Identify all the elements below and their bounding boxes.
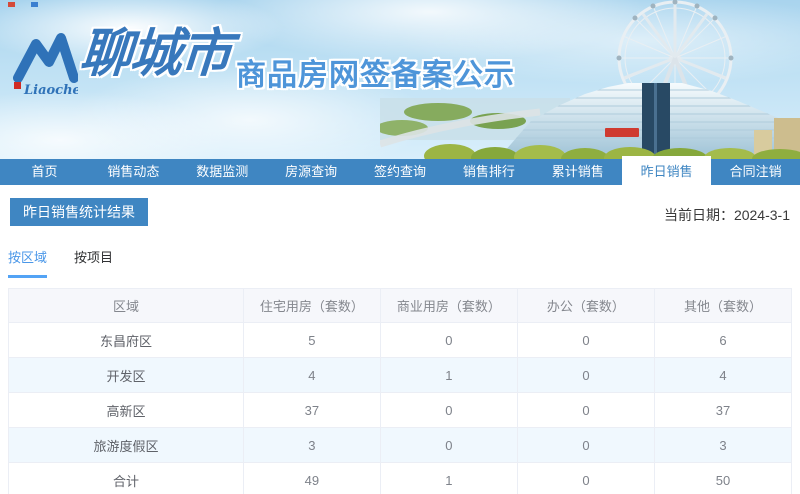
region-name: 合计 <box>9 463 244 494</box>
nav-tab-signing-query[interactable]: 签约查询 <box>356 159 445 185</box>
commercial-count: 0 <box>380 428 517 463</box>
view-tabs: 按区域 按项目 <box>8 247 800 278</box>
statistics-table-wrap: 区域 住宅用房（套数） 商业用房（套数） 办公（套数） 其他（套数） 东昌府区 … <box>8 288 792 494</box>
tab-by-project[interactable]: 按项目 <box>74 247 113 278</box>
nav-tab-cumulative-sales[interactable]: 累计销售 <box>533 159 622 185</box>
brand: Liaocheng 聊城市 商品房网签备案公示 <box>12 24 515 100</box>
other-count: 50 <box>654 463 791 494</box>
blue-mark <box>31 2 38 7</box>
table-row: 东昌府区 5 0 0 6 <box>9 323 792 358</box>
nav-tab-contract-cancellation[interactable]: 合同注销 <box>711 159 800 185</box>
table-row: 旅游度假区 3 0 0 3 <box>9 428 792 463</box>
office-count: 0 <box>517 393 654 428</box>
svg-text:Liaocheng: Liaocheng <box>23 83 78 98</box>
red-mark <box>8 2 15 7</box>
residential-count: 4 <box>243 358 380 393</box>
office-count: 0 <box>517 428 654 463</box>
site-title: 商品房网签备案公示 <box>236 50 515 94</box>
col-header-region: 区域 <box>9 289 244 323</box>
section-head: 昨日销售统计结果 当前日期：2024-3-1 <box>10 198 790 226</box>
other-count: 6 <box>654 323 791 358</box>
decorative-marks <box>8 2 38 7</box>
commercial-count: 0 <box>380 323 517 358</box>
residential-count: 3 <box>243 428 380 463</box>
residential-count: 5 <box>243 323 380 358</box>
nav-tab-data-monitoring[interactable]: 数据监测 <box>178 159 267 185</box>
region-name: 旅游度假区 <box>9 428 244 463</box>
section-title-badge: 昨日销售统计结果 <box>10 198 148 226</box>
office-count: 0 <box>517 463 654 494</box>
nav-tab-home[interactable]: 首页 <box>0 159 89 185</box>
office-count: 0 <box>517 323 654 358</box>
nav-tab-yesterday-sales[interactable]: 昨日销售 <box>622 156 711 193</box>
other-count: 3 <box>654 428 791 463</box>
residential-count: 37 <box>243 393 380 428</box>
nav-tab-sales-dynamics[interactable]: 销售动态 <box>89 159 178 185</box>
other-count: 37 <box>654 393 791 428</box>
nav-tab-listing-query[interactable]: 房源查询 <box>267 159 356 185</box>
commercial-count: 0 <box>380 393 517 428</box>
table-row: 开发区 4 1 0 4 <box>9 358 792 393</box>
other-count: 4 <box>654 358 791 393</box>
tab-by-region[interactable]: 按区域 <box>8 247 47 278</box>
col-header-office: 办公（套数） <box>517 289 654 323</box>
col-header-residential: 住宅用房（套数） <box>243 289 380 323</box>
current-date-label: 当前日期：2024-3-1 <box>664 205 790 225</box>
office-count: 0 <box>517 358 654 393</box>
header-banner: Liaocheng 聊城市 商品房网签备案公示 <box>0 0 800 159</box>
nav-tab-sales-ranking[interactable]: 销售排行 <box>444 159 533 185</box>
commercial-count: 1 <box>380 358 517 393</box>
col-header-other: 其他（套数） <box>654 289 791 323</box>
residential-count: 49 <box>243 463 380 494</box>
liaocheng-logo-icon: Liaocheng <box>12 30 78 100</box>
table-row: 高新区 37 0 0 37 <box>9 393 792 428</box>
table-row-total: 合计 49 1 0 50 <box>9 463 792 494</box>
statistics-table: 区域 住宅用房（套数） 商业用房（套数） 办公（套数） 其他（套数） 东昌府区 … <box>8 288 792 494</box>
region-name: 高新区 <box>9 393 244 428</box>
table-header-row: 区域 住宅用房（套数） 商业用房（套数） 办公（套数） 其他（套数） <box>9 289 792 323</box>
commercial-count: 1 <box>380 463 517 494</box>
col-header-commercial: 商业用房（套数） <box>380 289 517 323</box>
main-nav: 首页 销售动态 数据监测 房源查询 签约查询 销售排行 累计销售 昨日销售 合同… <box>0 159 800 185</box>
region-name: 东昌府区 <box>9 323 244 358</box>
region-name: 开发区 <box>9 358 244 393</box>
city-name: 聊城市 <box>78 24 232 84</box>
